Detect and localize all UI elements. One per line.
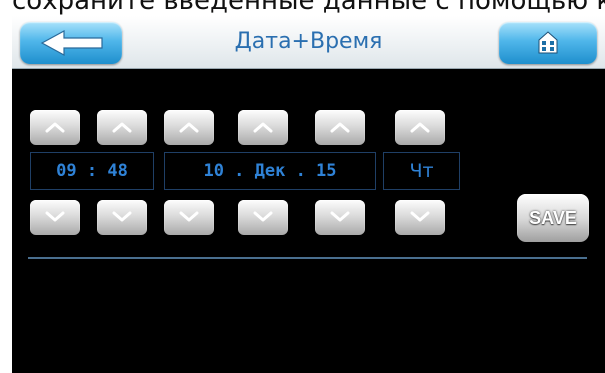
month-up-button[interactable] [238, 110, 288, 145]
hour-down-button[interactable] [30, 200, 80, 235]
home-icon [538, 31, 558, 54]
chevron-up-icon [179, 122, 199, 133]
chevron-up-icon [410, 122, 430, 133]
time-field: 09 : 48 [30, 152, 154, 190]
weekday-up-button[interactable] [395, 110, 445, 145]
minute-up-button[interactable] [97, 110, 147, 145]
chevron-down-icon [112, 211, 132, 222]
year-up-button[interactable] [315, 110, 365, 145]
arrow-left-icon [40, 29, 103, 57]
header-bar: Дата+Время [12, 16, 605, 69]
chevron-down-icon [45, 211, 65, 222]
minute-down-button[interactable] [97, 200, 147, 235]
chevron-up-icon [45, 122, 65, 133]
date-field: 10 . Дек . 15 [164, 152, 376, 190]
chevron-down-icon [179, 211, 199, 222]
weekday-down-button[interactable] [395, 200, 445, 235]
home-button[interactable] [499, 22, 597, 64]
year-down-button[interactable] [315, 200, 365, 235]
chevron-up-icon [112, 122, 132, 133]
chevron-down-icon [410, 211, 430, 222]
divider [28, 257, 587, 259]
day-up-button[interactable] [164, 110, 214, 145]
day-down-button[interactable] [164, 200, 214, 235]
chevron-up-icon [253, 122, 273, 133]
chevron-up-icon [330, 122, 350, 133]
chevron-down-icon [330, 211, 350, 222]
back-button[interactable] [20, 22, 122, 64]
save-button[interactable]: SAVE [517, 194, 589, 242]
weekday-field: Чт [383, 152, 460, 190]
hour-up-button[interactable] [30, 110, 80, 145]
chevron-down-icon [253, 211, 273, 222]
month-down-button[interactable] [238, 200, 288, 235]
page-title: Дата+Время [234, 29, 383, 54]
device-screen: Дата+Время 09 : 48 10 . Дек . 15 Чт SAVE [12, 16, 605, 373]
instruction-caption: сохраните введенные данные с помощью к [12, 0, 605, 16]
